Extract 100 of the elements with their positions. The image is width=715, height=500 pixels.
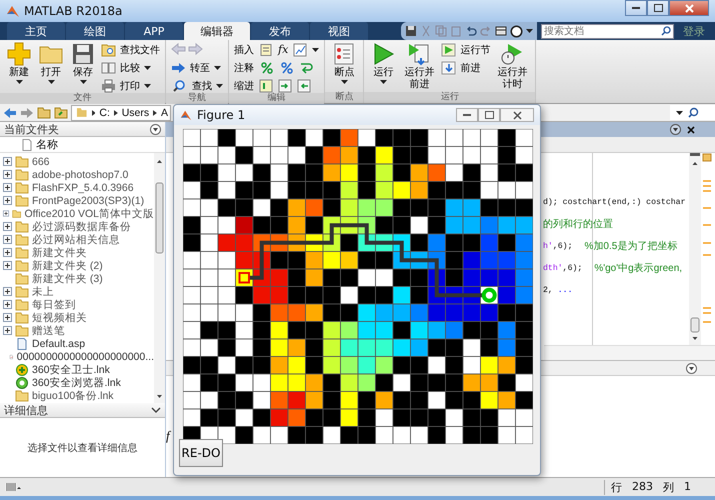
expand-icon[interactable] [3,196,12,205]
file-item[interactable]: Office2010 VOL简体中文版 [0,207,154,220]
panel-menu-icon[interactable] [150,124,161,134]
ribbon-button[interactable]: 保存 [69,42,97,84]
file-item[interactable]: Default.asp [0,337,154,350]
path-segment[interactable]: C: [99,106,110,118]
file-item[interactable]: 360安全浏览器.lnk [0,376,154,389]
expand-icon[interactable] [3,248,12,257]
file-item[interactable]: 0000000000000000000000... [0,350,154,363]
maximize-button[interactable] [478,108,500,122]
file-item[interactable]: 未上 [0,285,154,298]
chevron-down-icon[interactable] [151,406,161,414]
expand-icon[interactable] [3,261,12,270]
file-item[interactable]: 短视频相关 [0,311,154,324]
folder-icon [15,156,29,168]
ribbon-button[interactable]: 运行并计时 [494,42,530,91]
file-item[interactable]: 必过源码数据库备份 [0,220,154,233]
file-item[interactable]: 新建文件夹 (2) [0,259,154,272]
app-logo-icon [180,109,192,121]
ribbon-button[interactable]: 断点 [330,42,358,84]
close-icon[interactable] [687,126,695,134]
file-item[interactable]: 必过网站相关信息 [0,233,154,246]
breakpoint-icon [332,42,356,66]
search-field[interactable]: 搜索文档 [541,24,674,38]
column-header[interactable]: 名称 [36,137,58,152]
ribbon-tab[interactable]: 主页 [7,22,65,40]
expand-icon[interactable] [3,313,12,322]
file-item[interactable]: 每日签到 [0,298,154,311]
expand-icon[interactable] [3,300,12,309]
file-item[interactable]: adobe-photoshop7.0 [0,168,154,181]
ribbon-button[interactable]: 运行节 [441,42,490,57]
panel-menu-icon[interactable] [686,362,697,374]
panel-menu-icon[interactable] [670,124,681,135]
expand-icon[interactable] [3,170,12,179]
path-bar[interactable]: C: Users A [71,104,171,120]
ribbon-button[interactable]: 运行并前进 [401,42,438,91]
scrollbar[interactable] [689,153,701,345]
ribbon-group-label: 断点 [325,92,364,103]
ribbon-tab[interactable]: 视图 [310,22,368,40]
function-symbol[interactable]: fx [278,43,288,56]
back-arrow-icon[interactable] [3,106,17,118]
ribbon-button[interactable]: 注释 [234,60,254,75]
file-item[interactable]: 赠送笔 [0,324,154,337]
indent-icon [259,78,273,92]
close-button[interactable] [500,108,534,122]
ribbon-button[interactable]: 运行 [369,42,398,84]
expand-icon[interactable] [3,235,12,244]
ribbon-tab[interactable]: 编辑器 [184,22,250,40]
close-button[interactable] [669,0,709,16]
goal-marker [482,288,497,303]
percent-icon [259,60,275,76]
ribbon-tab[interactable]: 绘图 [66,22,124,40]
ribbon-button[interactable]: 比较 [101,60,160,75]
ribbon-tab[interactable]: 发布 [251,22,309,40]
path-segment[interactable]: A [160,106,168,118]
browser-icon [15,376,29,388]
redo-button[interactable]: RE-DO [179,439,223,467]
expand-icon[interactable] [3,287,12,296]
ribbon-group-label: 导航 [166,93,228,104]
minimize-button[interactable] [625,0,647,16]
ribbon-button[interactable]: 缩进 [234,78,254,93]
ribbon-button[interactable]: 查找 [171,78,223,93]
scrollbar[interactable] [154,153,165,403]
row-number: 283 [632,480,653,494]
ribbon-button[interactable]: 新建 [5,42,33,84]
stopwatch-icon [500,42,524,66]
file-item[interactable]: FlashFXP_5.4.0.3966 [0,181,154,194]
ribbon-button[interactable]: 打开 [37,42,65,84]
expand-icon[interactable] [3,209,10,218]
maximize-button[interactable] [647,0,669,16]
file-item[interactable]: 360安全卫士.lnk [0,363,154,376]
ribbon-button[interactable]: 查找文件 [101,42,160,57]
file-item[interactable]: FrontPage2003(SP3)(1) [0,194,154,207]
file-item[interactable]: 666 [0,155,154,168]
ribbon-button[interactable]: 前进 [441,60,490,75]
file-item[interactable]: 新建文件夹 [0,246,154,259]
ribbon-button[interactable]: 插入 [234,42,254,57]
folder-icon [15,298,29,310]
folder-up-icon[interactable] [37,106,51,118]
path-segment[interactable]: Users [122,106,150,118]
column-number: 1 [684,480,691,494]
ribbon-button[interactable]: 转至 [171,60,223,75]
file-item[interactable]: biguo100备份.lnk [0,389,154,402]
ribbon-button[interactable]: 打印 [101,78,160,93]
expand-icon[interactable] [3,157,12,166]
expand-icon[interactable] [3,326,12,335]
ribbon-group-label: 运行 [364,92,536,103]
folder-browse-icon[interactable] [54,106,68,118]
expand-icon[interactable] [3,222,12,231]
grip-icon[interactable] [6,482,22,492]
chevron-icon [153,110,157,116]
expand-icon[interactable] [3,183,12,192]
undo-icon[interactable] [465,25,477,37]
sign-in-link[interactable]: 登录 [675,24,715,38]
ribbon-tab[interactable]: APP [125,22,183,40]
search-icon[interactable] [687,106,699,118]
window-layout-icon[interactable] [495,25,507,37]
horizontal-scrollbar[interactable] [544,345,715,360]
minimize-button[interactable] [456,108,478,122]
file-item[interactable]: 新建文件夹 (3) [0,272,154,285]
